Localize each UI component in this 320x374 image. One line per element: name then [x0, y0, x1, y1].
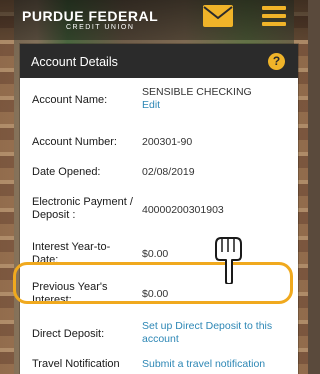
direct-deposit-link[interactable]: Set up Direct Deposit to this account: [142, 320, 292, 345]
logo-name: PURDUE FEDERAL: [22, 8, 159, 24]
panel-header: Account Details ?: [20, 44, 298, 78]
electronic-payment-label: Electronic Payment / Deposit :: [32, 196, 133, 221]
top-bar: PURDUE FEDERAL CREDIT UNION: [0, 0, 308, 40]
row-interest-ytd: Interest Year-to-Date: $0.00: [20, 234, 298, 275]
logo-subtitle: CREDIT UNION: [66, 24, 135, 31]
help-icon[interactable]: ?: [268, 53, 285, 70]
date-opened-value: 02/08/2019: [142, 166, 195, 178]
menu-bar-1: [262, 6, 286, 10]
menu-bar-2: [262, 14, 286, 18]
account-number-value: 200301-90: [142, 136, 193, 148]
interest-ytd-label: Interest Year-to-Date:: [32, 241, 111, 266]
account-name-label: Account Name:: [32, 94, 108, 106]
row-account-name: Account Name: SENSIBLE CHECKING Edit: [20, 78, 298, 128]
pointing-hand-icon: [215, 237, 242, 284]
account-details-panel: Account Details ? Account Name: SENSIBLE…: [20, 44, 298, 374]
envelope-icon: [203, 6, 233, 20]
previous-year-interest-label: Previous Year's Interest:: [32, 281, 108, 306]
background-building-left: [0, 0, 14, 374]
electronic-payment-value: 40000200301903: [142, 204, 224, 216]
menu-icon[interactable]: [262, 6, 286, 26]
edit-account-name-link[interactable]: Edit: [142, 99, 292, 112]
account-number-label: Account Number:: [32, 136, 117, 148]
menu-bar-3: [262, 22, 286, 26]
row-previous-year-interest: Previous Year's Interest: $0.00: [20, 274, 298, 315]
travel-notification-link[interactable]: Submit a travel notification: [142, 358, 292, 371]
mail-icon[interactable]: [203, 5, 233, 27]
row-date-opened: Date Opened: 02/08/2019: [20, 157, 298, 188]
previous-year-interest-value: $0.00: [142, 288, 169, 300]
date-opened-label: Date Opened:: [32, 166, 101, 178]
row-account-number: Account Number: 200301-90: [20, 127, 298, 158]
account-name-value: SENSIBLE CHECKING: [142, 86, 252, 98]
row-direct-deposit: Direct Deposit: Set up Direct Deposit to…: [20, 314, 298, 356]
direct-deposit-label: Direct Deposit:: [32, 328, 105, 340]
panel-title: Account Details: [31, 55, 118, 69]
purdue-federal-logo[interactable]: PURDUE FEDERAL CREDIT UNION: [22, 9, 158, 31]
row-travel-notification: Travel Notification Submit a travel noti…: [20, 355, 298, 374]
travel-notification-label: Travel Notification: [32, 358, 120, 370]
row-electronic-payment: Electronic Payment / Deposit : 400002003…: [20, 187, 298, 235]
